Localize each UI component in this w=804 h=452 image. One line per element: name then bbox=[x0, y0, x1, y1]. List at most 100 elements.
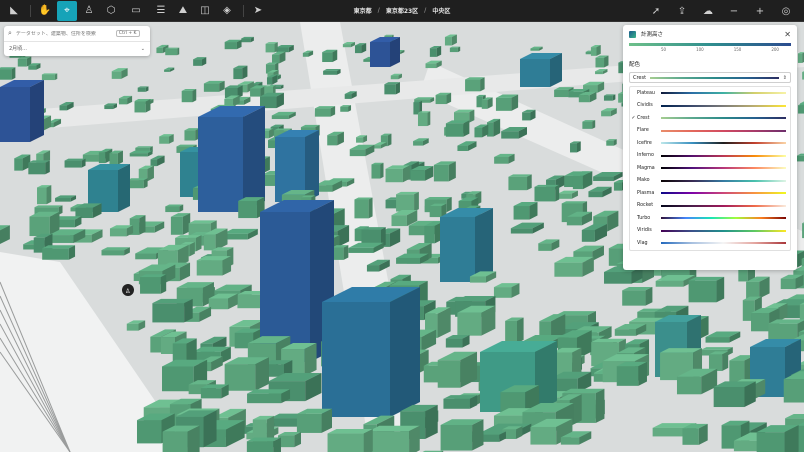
color-scheme-option[interactable]: Cividis bbox=[630, 100, 790, 113]
breadcrumb-separator: / bbox=[424, 7, 427, 14]
building bbox=[560, 437, 580, 445]
building bbox=[722, 351, 729, 371]
building bbox=[203, 83, 220, 92]
navigate-icon[interactable]: ➚ bbox=[646, 1, 666, 21]
scheme-gradient bbox=[661, 92, 786, 95]
building bbox=[480, 77, 485, 92]
building bbox=[440, 217, 475, 282]
building bbox=[118, 164, 130, 212]
building bbox=[475, 208, 493, 282]
pedestrian-icon[interactable]: ♙ bbox=[79, 1, 99, 21]
building bbox=[555, 184, 560, 202]
building bbox=[508, 176, 528, 191]
top-toolbar: ◣ ✋ ⌖ ♙ ⬡ ▭ ☰ ⛰ ◫ ◈ ➤ 東京都 / 東京都23区 / 中央区 ➚ ⇪ ☁ − + ◎ bbox=[0, 0, 804, 22]
building bbox=[109, 153, 118, 165]
terrain-icon[interactable]: ⛰ bbox=[173, 1, 193, 21]
color-scheme-option[interactable]: Magma bbox=[630, 162, 790, 175]
date-selector[interactable]: 2月頃... ⌄ bbox=[4, 42, 150, 55]
building bbox=[137, 87, 146, 92]
building bbox=[616, 366, 639, 386]
close-icon[interactable]: ✕ bbox=[784, 30, 791, 39]
breadcrumb-item[interactable]: 東京都 bbox=[354, 6, 372, 15]
building bbox=[150, 159, 158, 167]
color-scheme-option[interactable]: Turbo bbox=[630, 212, 790, 225]
minus-icon[interactable]: − bbox=[724, 1, 744, 21]
plus-icon[interactable]: + bbox=[750, 1, 770, 21]
color-scheme-option[interactable]: ✓ Crest bbox=[630, 112, 790, 125]
scheme-gradient bbox=[661, 129, 786, 132]
building bbox=[457, 312, 482, 336]
share-icon[interactable]: ➤ bbox=[248, 1, 268, 21]
building bbox=[224, 364, 256, 391]
building bbox=[241, 38, 251, 43]
building bbox=[373, 145, 381, 149]
color-scheme-option[interactable]: Inferno bbox=[630, 150, 790, 163]
building bbox=[98, 152, 106, 164]
cloud-icon[interactable]: ☁ bbox=[698, 1, 718, 21]
breadcrumb-item[interactable]: 中央区 bbox=[432, 6, 450, 15]
building bbox=[366, 265, 380, 272]
building bbox=[613, 182, 622, 191]
building bbox=[104, 105, 114, 110]
compass-icon[interactable]: ◎ bbox=[776, 1, 796, 21]
split-view-icon[interactable]: ◫ bbox=[195, 1, 215, 21]
scheme-name: Magma bbox=[637, 165, 655, 171]
building bbox=[395, 82, 400, 95]
cube-icon[interactable]: ⬡ bbox=[101, 1, 121, 21]
building bbox=[14, 158, 23, 171]
building bbox=[296, 413, 322, 433]
sketch-icon[interactable]: ▭ bbox=[123, 1, 149, 21]
building bbox=[184, 130, 196, 141]
color-scheme-option[interactable]: Icefire bbox=[630, 137, 790, 150]
color-scheme-list: Plateau Cividis ✓ Crest Flare Icefire Inferno M… bbox=[629, 86, 791, 251]
building bbox=[469, 276, 486, 283]
color-scheme-option[interactable]: Plasma bbox=[630, 187, 790, 200]
layers-icon[interactable]: ◈ bbox=[217, 1, 237, 21]
export-icon[interactable]: ⇪ bbox=[672, 1, 692, 21]
search-input[interactable] bbox=[15, 30, 116, 37]
building bbox=[343, 245, 349, 260]
building bbox=[603, 95, 613, 101]
building bbox=[429, 206, 442, 218]
building bbox=[391, 215, 407, 227]
select-icon[interactable]: ⌖ bbox=[57, 0, 77, 21]
building bbox=[55, 198, 71, 202]
building bbox=[246, 441, 274, 452]
search-panel: ⌕ Ctrl + K 2月頃... ⌄ bbox=[4, 26, 150, 56]
building bbox=[444, 37, 452, 46]
scheme-gradient bbox=[661, 179, 786, 182]
building bbox=[530, 48, 539, 51]
hand-icon[interactable]: ✋ bbox=[35, 1, 55, 21]
building bbox=[354, 199, 369, 219]
color-scheme-option[interactable]: Mako bbox=[630, 175, 790, 188]
sliders-icon[interactable]: ☰ bbox=[151, 1, 171, 21]
building bbox=[676, 376, 702, 395]
color-scheme-option[interactable]: Rocket bbox=[630, 200, 790, 213]
color-scheme-option[interactable]: Vlag bbox=[630, 237, 790, 250]
building bbox=[135, 253, 157, 260]
color-scheme-option[interactable]: Flare bbox=[630, 125, 790, 138]
check-icon: ✓ bbox=[631, 115, 636, 122]
building bbox=[30, 80, 44, 142]
building bbox=[474, 127, 483, 138]
color-scheme-option[interactable]: Plateau bbox=[630, 87, 790, 100]
building bbox=[370, 42, 390, 67]
color-scheme-select[interactable]: Crest ⇕ bbox=[629, 72, 791, 83]
color-scheme-option[interactable]: Viridis bbox=[630, 225, 790, 238]
building bbox=[448, 161, 456, 182]
building bbox=[152, 303, 185, 323]
building bbox=[390, 287, 420, 417]
tool-group: ◣ ✋ ⌖ ♙ ⬡ ▭ ☰ ⛰ ◫ ◈ ➤ bbox=[0, 0, 270, 22]
building bbox=[41, 74, 55, 81]
breadcrumb-item[interactable]: 東京都23区 bbox=[386, 6, 418, 15]
building bbox=[41, 73, 58, 75]
building bbox=[534, 184, 560, 187]
building bbox=[348, 247, 374, 253]
building bbox=[265, 43, 275, 53]
building bbox=[582, 121, 593, 129]
building bbox=[427, 111, 431, 127]
building bbox=[433, 164, 449, 182]
logo-icon[interactable]: ◣ bbox=[4, 1, 24, 21]
building bbox=[314, 108, 331, 117]
panel-header: 計測高さ ✕ bbox=[623, 25, 797, 43]
